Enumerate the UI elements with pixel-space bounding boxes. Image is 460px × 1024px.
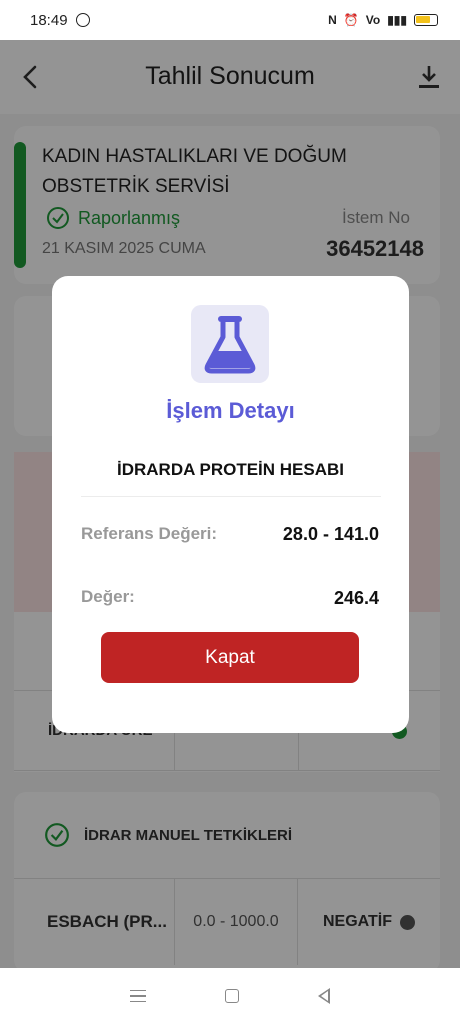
- dialog-title: İşlem Detayı: [166, 398, 295, 423]
- close-button[interactable]: Kapat: [101, 632, 359, 683]
- divider: [81, 496, 381, 497]
- flask-icon: [204, 316, 256, 374]
- signal-icon: ▮▮▮: [387, 13, 407, 27]
- home-icon[interactable]: [224, 989, 239, 1003]
- whatsapp-icon: [75, 13, 90, 27]
- value-label: Değer:: [81, 587, 135, 606]
- status-icons: N ⏰ Vo ▮▮▮: [328, 13, 438, 27]
- detail-dialog: İşlem Detayı İDRARDA PROTEİN HESABI Refe…: [52, 276, 409, 733]
- nfc-icon: N: [328, 13, 337, 27]
- reference-value: 28.0 - 141.0: [282, 524, 379, 544]
- result-value: 246.4: [333, 588, 379, 608]
- volte-icon: Vo: [365, 13, 381, 27]
- test-name: İDRARDA PROTEİN HESABI: [117, 460, 344, 479]
- status-bar: 18:49 N ⏰ Vo ▮▮▮: [0, 0, 460, 40]
- system-nav-bar: [0, 968, 460, 1024]
- status-time: 18:49: [30, 11, 68, 29]
- alarm-icon: ⏰: [343, 13, 359, 27]
- reference-label: Referans Değeri:: [81, 524, 218, 543]
- recent-apps-icon[interactable]: [129, 990, 146, 1002]
- nav-back-icon[interactable]: [318, 988, 331, 1004]
- battery-icon: [414, 14, 438, 26]
- flask-icon-container: [191, 305, 269, 383]
